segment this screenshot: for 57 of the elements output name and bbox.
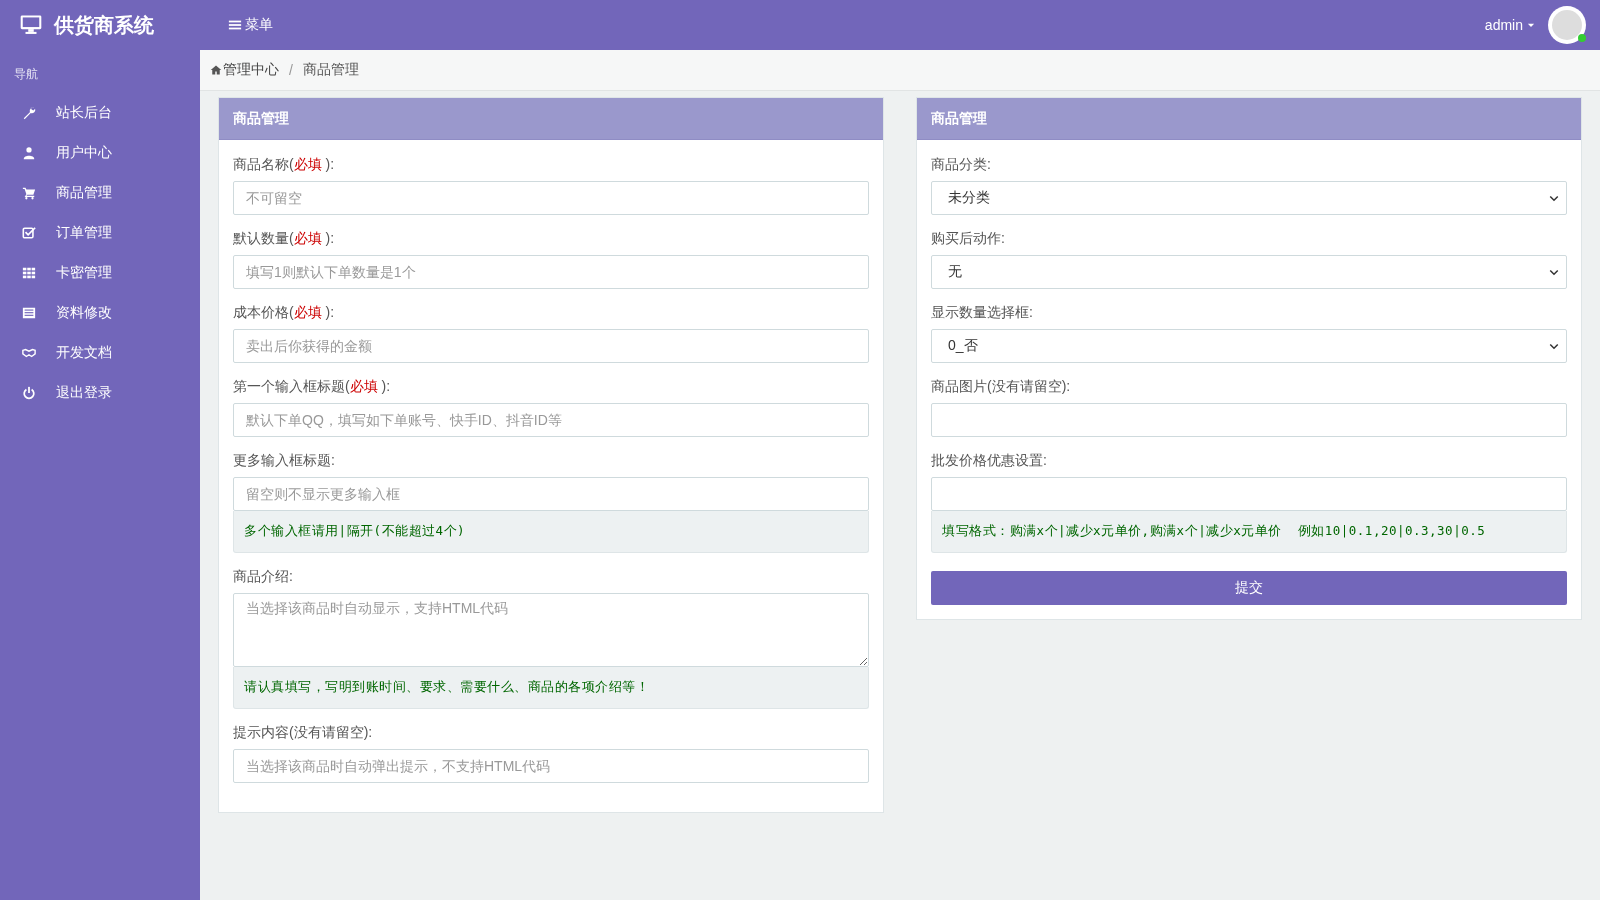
- input-field[interactable]: 填写1则默认下单数量是1个: [233, 255, 869, 289]
- nav-item[interactable]: 开发文档: [0, 333, 200, 373]
- field-label: 成本价格(必填 ):: [233, 304, 336, 322]
- panel-title: 商品管理: [219, 98, 883, 140]
- field-label: 提示内容(没有请留空):: [233, 724, 374, 742]
- field-label: 购买后动作:: [931, 230, 1006, 248]
- field-label: 商品分类:: [931, 156, 992, 174]
- input-field[interactable]: 当选择该商品时自动弹出提示，不支持HTML代码: [233, 749, 869, 783]
- app-title: 供货商系统: [54, 12, 154, 38]
- field-label: 更多输入框标题:: [233, 452, 336, 470]
- user-icon: [22, 146, 36, 160]
- list-icon: [22, 306, 36, 320]
- text-area[interactable]: 当选择该商品时自动显示，支持HTML代码: [233, 593, 869, 667]
- avatar[interactable]: [1548, 6, 1586, 44]
- field-label: 批发价格优惠设置:: [931, 452, 1048, 470]
- panel-title: 商品管理: [917, 98, 1581, 140]
- select-field[interactable]: 未分类: [931, 181, 1567, 215]
- cart-icon: [22, 186, 36, 200]
- select-field[interactable]: 0_否: [931, 329, 1567, 363]
- field-label: 显示数量选择框:: [931, 304, 1034, 322]
- status-dot-icon: [1578, 34, 1586, 42]
- nav-item[interactable]: 商品管理: [0, 173, 200, 213]
- nav-item[interactable]: 退出登录: [0, 373, 200, 413]
- nav-item[interactable]: 资料修改: [0, 293, 200, 333]
- power-icon: [22, 386, 36, 400]
- nav-item[interactable]: 订单管理: [0, 213, 200, 253]
- menu-icon: [228, 18, 242, 32]
- input-field[interactable]: [931, 403, 1567, 437]
- menu-toggle[interactable]: 菜单: [228, 12, 273, 38]
- input-field[interactable]: 不可留空: [233, 181, 869, 215]
- help-text: 多个输入框请用|隔开(不能超过4个): [233, 511, 869, 553]
- select-field[interactable]: 无: [931, 255, 1567, 289]
- field-label: 第一个输入框标题(必填 ):: [233, 378, 392, 396]
- wrench-icon: [22, 106, 36, 120]
- monitor-icon: [20, 14, 42, 36]
- help-text: 请认真填写，写明到账时间、要求、需要什么、商品的各项介绍等！: [233, 667, 869, 709]
- nav-item[interactable]: 站长后台: [0, 93, 200, 133]
- grid-icon: [22, 266, 36, 280]
- field-label: 默认数量(必填 ):: [233, 230, 336, 248]
- home-icon: [210, 64, 222, 76]
- help-text: 填写格式：购满x个|减少x元单价,购满x个|减少x元单价 例如10|0.1,20|0.3,30|0.5: [931, 511, 1567, 553]
- field-label: 商品图片(没有请留空):: [931, 378, 1072, 396]
- input-field[interactable]: [931, 477, 1567, 511]
- user-menu[interactable]: admin: [1484, 13, 1536, 37]
- input-field[interactable]: 卖出后你获得的金额: [233, 329, 869, 363]
- breadcrumb-separator: /: [289, 62, 293, 78]
- field-label: 商品介绍:: [233, 568, 294, 586]
- nav-item[interactable]: 用户中心: [0, 133, 200, 173]
- breadcrumb-link[interactable]: 管理中心: [210, 61, 279, 79]
- breadcrumb-current: 商品管理: [302, 61, 359, 79]
- input-field[interactable]: 留空则不显示更多输入框: [233, 477, 869, 511]
- input-field[interactable]: 默认下单QQ，填写如下单账号、快手ID、抖音ID等: [233, 403, 869, 437]
- nav-heading: 导航: [13, 66, 39, 83]
- field-label: 商品名称(必填 ):: [233, 156, 336, 174]
- nav-item[interactable]: 卡密管理: [0, 253, 200, 293]
- submit-button[interactable]: 提交: [931, 571, 1567, 605]
- checkbox-icon: [22, 226, 36, 240]
